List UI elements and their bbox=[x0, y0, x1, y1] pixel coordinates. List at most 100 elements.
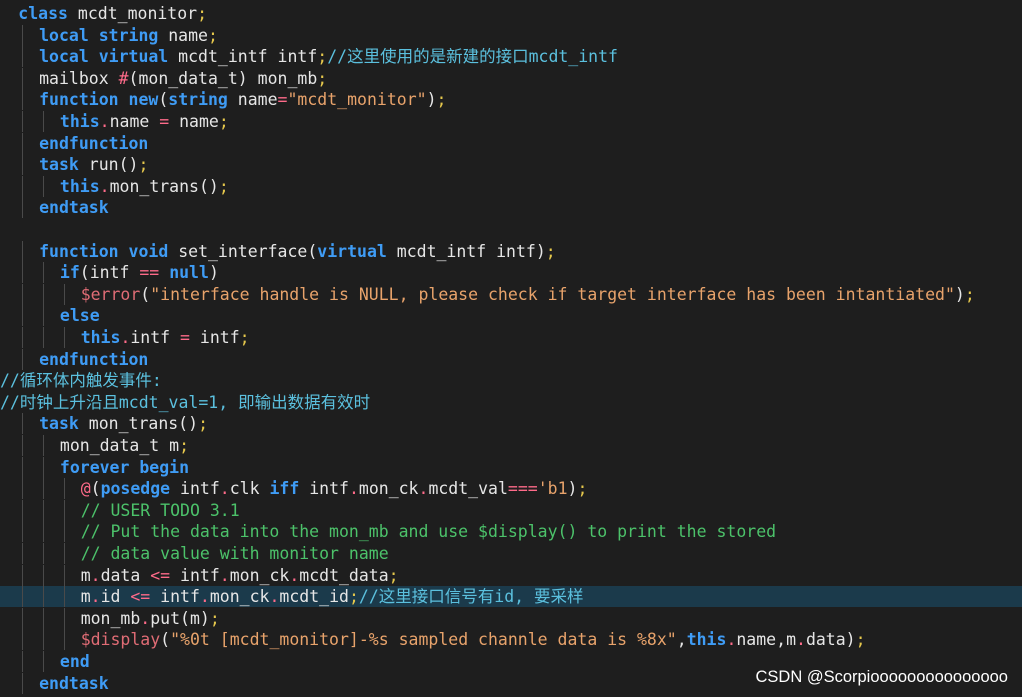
code-token: name bbox=[158, 25, 208, 45]
code-token: mailbox bbox=[39, 68, 119, 88]
code-token: $display bbox=[80, 630, 161, 650]
code-token: m bbox=[786, 630, 796, 650]
code-token: void bbox=[128, 241, 169, 261]
code-text: task mon_trans(); bbox=[39, 413, 208, 434]
indent-guide bbox=[43, 651, 45, 672]
code-token: . bbox=[269, 587, 280, 607]
code-token: local bbox=[39, 25, 89, 45]
code-token: ) bbox=[954, 284, 965, 304]
code-line[interactable]: class mcdt_monitor; bbox=[0, 3, 1022, 24]
code-line[interactable]: this.intf = intf; bbox=[0, 327, 1022, 348]
code-line[interactable]: // data value with monitor name bbox=[0, 543, 1022, 564]
code-token: ; bbox=[348, 587, 359, 607]
code-token: ( bbox=[90, 479, 101, 499]
code-line[interactable]: $display("%0t [mcdt_monitor]-%s sampled … bbox=[0, 629, 1022, 651]
code-token: ) bbox=[208, 263, 219, 283]
indent-guide bbox=[63, 629, 65, 651]
code-token: intf bbox=[170, 479, 220, 499]
code-line[interactable]: // Put the data into the mon_mb and use … bbox=[0, 521, 1022, 543]
code-text: this.intf = intf; bbox=[81, 327, 250, 348]
code-line[interactable]: function new(string name="mcdt_monitor")… bbox=[0, 89, 1022, 111]
code-token: posedge bbox=[100, 479, 171, 499]
code-line[interactable]: $error("interface handle is NULL, please… bbox=[0, 283, 1022, 305]
code-line[interactable]: forever begin bbox=[0, 456, 1022, 478]
code-line[interactable]: this.name = name; bbox=[0, 111, 1022, 132]
code-token: <= bbox=[150, 565, 171, 585]
indent-guide bbox=[22, 435, 24, 456]
code-text: // USER TODO 3.1 bbox=[81, 500, 240, 521]
indent-guide bbox=[63, 283, 65, 305]
code-token: ; bbox=[207, 25, 218, 45]
code-line[interactable]: endtask bbox=[0, 197, 1022, 219]
csdn-watermark: CSDN @Scorpiooooooooooooooo bbox=[755, 668, 1008, 686]
indent-guide bbox=[43, 543, 45, 564]
code-token: ; bbox=[317, 47, 328, 67]
code-token: mcdt_data bbox=[299, 565, 389, 585]
indent-guide bbox=[22, 456, 24, 478]
code-line[interactable]: m.id <= intf.mon_ck.mcdt_id;//这里接口信号有id,… bbox=[0, 586, 1022, 608]
indent-guide bbox=[22, 413, 24, 435]
code-token: intf bbox=[150, 587, 200, 607]
code-token: data bbox=[100, 565, 151, 585]
code-text: //时钟上升沿且mcdt_val=1, 即输出数据有效时 bbox=[0, 392, 370, 413]
indent-guide bbox=[22, 607, 24, 629]
code-line[interactable]: //时钟上升沿且mcdt_val=1, 即输出数据有效时 bbox=[0, 392, 1022, 413]
code-token: new bbox=[128, 90, 159, 110]
code-line[interactable]: task mon_trans(); bbox=[0, 413, 1022, 435]
indent-guide bbox=[22, 24, 24, 46]
code-line[interactable]: if(intf == null) bbox=[0, 262, 1022, 284]
code-line[interactable]: endfunction bbox=[0, 348, 1022, 370]
indent-guide bbox=[43, 435, 45, 456]
code-token: . bbox=[99, 176, 110, 196]
code-token: task bbox=[39, 414, 79, 434]
code-text: endfunction bbox=[39, 133, 148, 154]
code-line[interactable]: mailbox #(mon_data_t) mon_mb; bbox=[0, 67, 1022, 89]
code-token: = bbox=[159, 112, 170, 131]
code-text: end bbox=[60, 651, 90, 672]
code-token: $error bbox=[80, 284, 141, 304]
code-token: //这里接口信号有id, 要采样 bbox=[358, 587, 584, 607]
code-token: , bbox=[676, 630, 687, 650]
code-line[interactable]: function void set_interface(virtual mcdt… bbox=[0, 240, 1022, 262]
code-token: "%0t [mcdt_monitor]-%s sampled channle d… bbox=[170, 630, 677, 650]
code-token: name bbox=[169, 112, 219, 131]
code-token: (intf bbox=[79, 263, 140, 283]
code-text: m.data <= intf.mon_ck.mcdt_data; bbox=[81, 565, 399, 586]
code-token: name bbox=[227, 90, 278, 110]
code-token: this bbox=[80, 328, 121, 347]
indent-guide bbox=[43, 456, 45, 478]
code-line[interactable]: //循环体内触发事件: bbox=[0, 370, 1022, 391]
code-line[interactable]: endfunction bbox=[0, 132, 1022, 154]
code-token: null bbox=[169, 263, 209, 283]
code-line[interactable]: m.data <= intf.mon_ck.mcdt_data; bbox=[0, 564, 1022, 586]
indent-guide bbox=[63, 543, 65, 564]
indent-guide bbox=[43, 564, 45, 586]
indent-guide bbox=[43, 283, 45, 305]
indent-guide bbox=[22, 327, 24, 348]
code-token: endtask bbox=[39, 673, 109, 693]
code-text: if(intf == null) bbox=[60, 262, 219, 283]
code-editor[interactable]: class mcdt_monitor; local string name; loc… bbox=[0, 0, 1022, 697]
code-text: else bbox=[60, 305, 100, 326]
code-line[interactable]: mon_mb.put(m); bbox=[0, 607, 1022, 629]
code-token: === bbox=[507, 479, 538, 499]
code-text: this.mon_trans(); bbox=[60, 176, 229, 197]
code-token: ; bbox=[577, 479, 588, 499]
code-line[interactable]: @(posedge intf.clk iff intf.mon_ck.mcdt_… bbox=[0, 478, 1022, 500]
indent-guide bbox=[22, 46, 24, 68]
code-line[interactable] bbox=[0, 219, 1022, 240]
code-token: virtual bbox=[98, 47, 169, 67]
indent-guide bbox=[22, 672, 24, 694]
code-line[interactable]: else bbox=[0, 305, 1022, 327]
indent-guide bbox=[43, 521, 45, 543]
code-line[interactable]: task run(); bbox=[0, 154, 1022, 176]
code-line[interactable]: // USER TODO 3.1 bbox=[0, 499, 1022, 521]
code-line[interactable]: this.mon_trans(); bbox=[0, 175, 1022, 197]
code-token: mon_ck bbox=[229, 565, 290, 585]
code-line[interactable]: mon_data_t m; bbox=[0, 435, 1022, 456]
code-line[interactable]: local string name; bbox=[0, 24, 1022, 46]
code-token: mon_ck bbox=[358, 479, 419, 499]
code-line[interactable]: local virtual mcdt_intf intf;//这里使用的是新建的… bbox=[0, 46, 1022, 68]
code-token: ; bbox=[209, 608, 220, 628]
